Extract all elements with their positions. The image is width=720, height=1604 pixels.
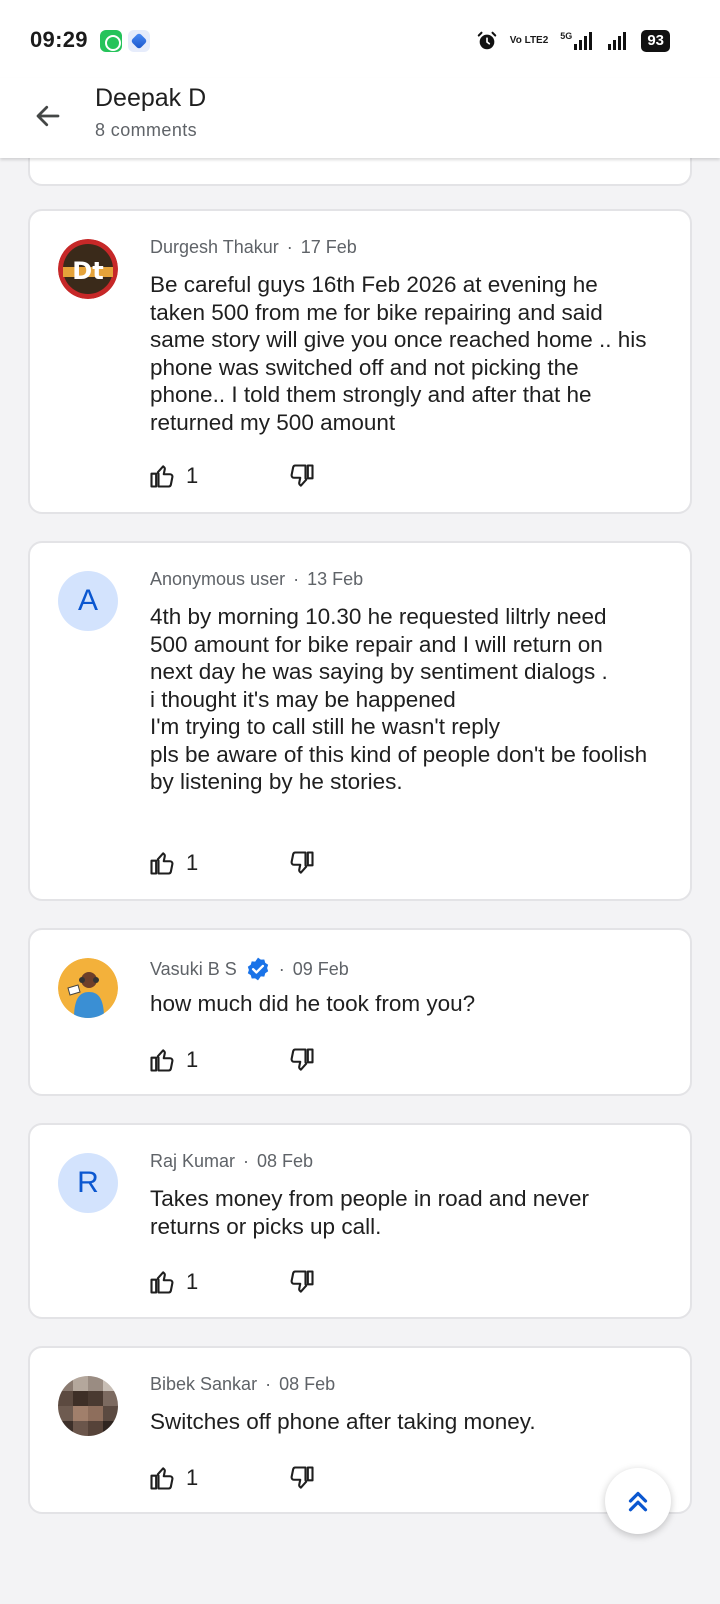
comment-date: 08 Feb [279, 1374, 336, 1394]
like-button[interactable]: 1 [148, 843, 208, 883]
dislike-button[interactable] [282, 1262, 322, 1302]
double-chevron-up-icon [628, 1491, 648, 1512]
pixelated-photo-avatar [58, 1376, 118, 1436]
comment-date: 17 Feb [300, 237, 357, 257]
dislike-button[interactable] [282, 1040, 322, 1080]
alarm-icon [476, 30, 498, 52]
page-title: Deepak D [95, 84, 207, 112]
comment-author[interactable]: Bibek Sankar [150, 1374, 257, 1395]
comment-card: Vasuki B S · 09 Feb how much did he took… [28, 928, 692, 1096]
comments-feed[interactable]: Dt Durgesh Thakur · 17 Feb Be careful gu… [0, 0, 720, 1604]
comment-text: Takes money from people in road and neve… [150, 1186, 596, 1239]
like-button[interactable]: 1 [148, 1262, 208, 1302]
comment-meta: Anonymous user · 13 Feb [150, 569, 363, 590]
meta-separator: · [265, 1374, 272, 1394]
comment-card: A Anonymous user · 13 Feb 4th by morning… [28, 541, 692, 901]
thumbs-down-icon [290, 851, 314, 874]
comment-text: 4th by morning 10.30 he requested liltrl… [150, 604, 648, 794]
scroll-to-top-button[interactable] [605, 1468, 671, 1534]
meta-separator: · [286, 237, 293, 257]
comment-meta: Bibek Sankar · 08 Feb [150, 1374, 335, 1395]
avatar[interactable]: R [58, 1153, 118, 1213]
comment-meta: Vasuki B S · 09 Feb [150, 956, 349, 982]
dt-logo-avatar: Dt [58, 239, 118, 299]
meta-separator: · [243, 1151, 250, 1171]
comment-meta: Durgesh Thakur · 17 Feb [150, 237, 357, 258]
dislike-button[interactable] [282, 1458, 322, 1498]
battery-level: 93 [641, 30, 670, 52]
status-icons: Vo LTE2 5G 93 [476, 26, 670, 56]
meta-separator: · [293, 569, 300, 589]
thumbs-up-icon [150, 465, 174, 488]
like-count: 1 [186, 463, 199, 488]
signal-icon [607, 31, 629, 51]
dislike-button[interactable] [282, 843, 322, 883]
volte-indicator: Vo LTE2 [509, 35, 549, 46]
app-header: Deepak D 8 comments [0, 78, 720, 158]
thumbs-down-icon [290, 1466, 314, 1489]
whatsapp-notification-icon [100, 30, 122, 52]
thumbs-up-icon [150, 1049, 174, 1072]
back-button[interactable] [22, 90, 74, 142]
thumbs-down-icon [290, 464, 314, 487]
thumbs-up-icon [150, 1467, 174, 1490]
comment-author[interactable]: Raj Kumar [150, 1151, 235, 1172]
meta-separator: · [278, 958, 285, 979]
like-button[interactable]: 1 [148, 1458, 208, 1498]
comment-date: 09 Feb [292, 958, 349, 979]
comment-text: Switches off phone after taking money. [150, 1409, 536, 1434]
like-count: 1 [186, 1465, 199, 1490]
comment-author[interactable]: Vasuki B S [150, 959, 237, 980]
comment-card: Bibek Sankar · 08 Feb Switches off phone… [28, 1346, 692, 1514]
network-type: 5G [560, 31, 573, 41]
dislike-button[interactable] [282, 456, 322, 496]
comment-card: R Raj Kumar · 08 Feb Takes money from pe… [28, 1123, 692, 1319]
like-count: 1 [186, 1047, 199, 1072]
like-button[interactable]: 1 [148, 1040, 208, 1080]
back-arrow-icon [36, 105, 60, 127]
status-time: 09:29 [30, 27, 88, 52]
avatar[interactable] [58, 1376, 118, 1436]
status-bar: 09:29 Vo LTE2 5G 93 [0, 0, 720, 78]
verified-badge-icon [245, 956, 271, 982]
thumbs-up-icon [150, 852, 174, 875]
person-illustration-avatar [58, 958, 118, 1018]
like-count: 1 [186, 1269, 199, 1294]
signal-5g-icon: 5G [560, 31, 595, 51]
comment-meta: Raj Kumar · 08 Feb [150, 1151, 313, 1172]
comment-date: 13 Feb [307, 569, 364, 589]
avatar[interactable]: A [58, 571, 118, 631]
avatar-logo-text: Dt [72, 257, 103, 285]
comment-card: Dt Durgesh Thakur · 17 Feb Be careful gu… [28, 209, 692, 514]
comment-date: 08 Feb [257, 1151, 314, 1171]
avatar[interactable] [58, 958, 118, 1018]
thumbs-down-icon [290, 1048, 314, 1071]
avatar[interactable]: Dt [58, 239, 118, 299]
comment-text: Be careful guys 16th Feb 2026 at evening… [150, 272, 653, 435]
like-button[interactable]: 1 [148, 456, 208, 496]
thumbs-up-icon [150, 1271, 174, 1294]
comment-author[interactable]: Durgesh Thakur [150, 237, 279, 258]
comments-count: 8 comments [95, 120, 198, 140]
comment-author[interactable]: Anonymous user [150, 569, 285, 590]
like-count: 1 [186, 850, 199, 875]
comment-text: how much did he took from you? [150, 991, 476, 1016]
thumbs-down-icon [290, 1270, 314, 1293]
app-notification-icon [128, 30, 150, 52]
